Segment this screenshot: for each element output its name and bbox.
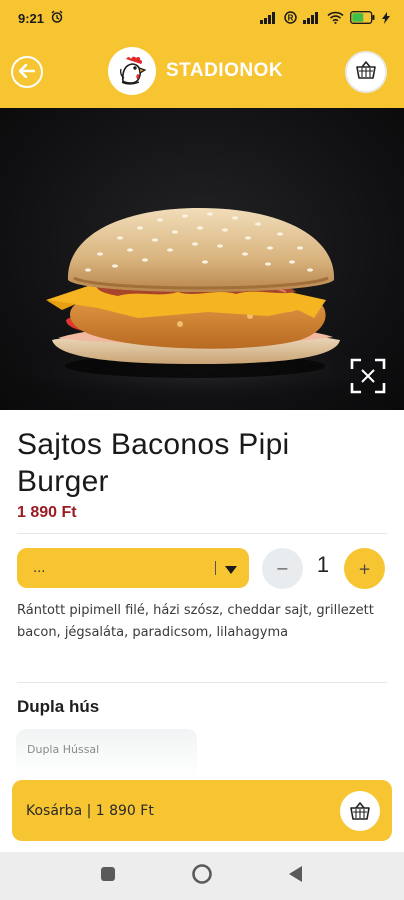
select-separator	[215, 561, 216, 575]
signal-icon-2	[303, 9, 321, 28]
quantity-increase-button[interactable]: +	[344, 548, 385, 589]
status-time: 9:21	[18, 10, 45, 26]
charging-icon	[382, 9, 390, 28]
system-nav-bar	[0, 852, 404, 900]
product-title: Sajtos Baconos Pipi Burger	[17, 428, 290, 498]
variant-select[interactable]: ...	[17, 548, 249, 588]
status-right: R	[260, 9, 390, 28]
variant-select-value: ...	[33, 560, 46, 576]
brand-name: STADIONOK	[166, 60, 284, 81]
status-bar: 9:21 R	[0, 0, 404, 36]
burger-illustration	[0, 208, 400, 400]
battery-icon	[350, 9, 376, 28]
system-back-button[interactable]	[284, 864, 308, 888]
quantity-decrease-button[interactable]: −	[262, 548, 303, 589]
home-button[interactable]	[190, 864, 214, 888]
caret-down-icon	[225, 559, 237, 578]
svg-text:R: R	[288, 13, 294, 22]
app-header: STADIONOK	[0, 36, 404, 108]
product-image	[0, 108, 404, 410]
cart-button-header[interactable]	[345, 51, 387, 93]
product-price: 1 890 Ft	[17, 504, 77, 521]
extras-section-title: Dupla hús	[17, 697, 100, 716]
expand-icon	[349, 358, 387, 399]
add-to-cart-label: Kosárba | 1 890 Ft	[26, 802, 154, 819]
alarm-icon	[50, 10, 64, 27]
brand: STADIONOK	[108, 47, 283, 95]
divider	[17, 533, 387, 534]
circle-icon	[191, 863, 213, 889]
extra-option-label: Dupla Hússal	[27, 743, 100, 756]
fullscreen-button[interactable]	[349, 357, 387, 395]
arrow-left-icon	[18, 63, 36, 82]
divider	[17, 682, 387, 683]
basket-icon	[340, 790, 380, 831]
square-icon	[100, 866, 116, 886]
add-to-cart-button[interactable]: Kosárba | 1 890 Ft	[12, 780, 392, 841]
quantity-value: 1	[316, 552, 330, 577]
rooster-logo-icon	[108, 47, 156, 95]
status-left: 9:21	[18, 10, 64, 27]
wifi-icon	[327, 9, 344, 28]
back-button[interactable]	[11, 56, 43, 88]
recents-button[interactable]	[96, 864, 120, 888]
triangle-back-icon	[288, 865, 304, 887]
roaming-icon: R	[284, 9, 297, 28]
signal-icon	[260, 9, 278, 28]
product-description: Rántott pipimell filé, házi szósz, chedd…	[17, 603, 374, 640]
basket-icon	[355, 60, 377, 84]
